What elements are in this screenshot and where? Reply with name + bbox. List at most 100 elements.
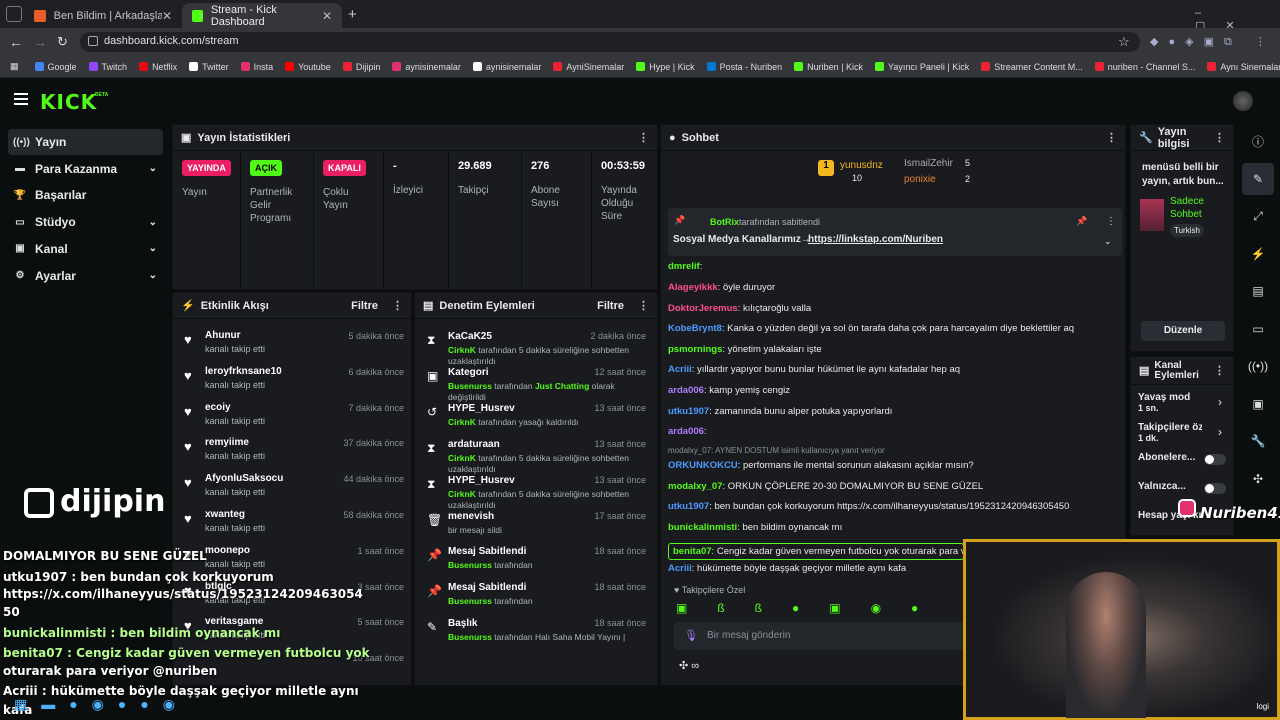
more-icon[interactable]: ⋮ — [392, 299, 403, 312]
chevron-down-icon[interactable]: ⌄ — [149, 270, 157, 281]
more-icon[interactable]: ⋮ — [1214, 131, 1225, 144]
chevron-right-icon[interactable]: › — [1218, 395, 1222, 409]
chat-username[interactable]: KobeBrynt8 — [668, 323, 722, 334]
taskbar-icons[interactable]: ▦▬●◉●●◉ — [14, 696, 189, 713]
more-icon[interactable]: ⋮ — [1214, 364, 1225, 377]
bookmark-item[interactable]: nuriben - Channel S... — [1094, 62, 1195, 72]
chat-username[interactable]: bunickalinmisti — [668, 522, 737, 533]
close-tab-icon[interactable]: ✕ — [322, 9, 332, 23]
chat-username[interactable]: dmrelif — [668, 261, 700, 272]
broadcast-icon[interactable]: ((•)) — [1242, 350, 1274, 382]
nav-item-2[interactable]: 🏆 Başarılar — [8, 182, 163, 208]
chat-input[interactable]: 🎙 Bir mesaj gönderin — [674, 622, 964, 650]
menu-icon[interactable] — [14, 93, 28, 105]
category-name[interactable]: Sadece Sohbet — [1170, 195, 1230, 221]
bookmark-item[interactable]: Google — [34, 62, 77, 72]
mic-icon[interactable]: 🎙 — [684, 629, 698, 642]
chat-username[interactable]: utku1907 — [668, 501, 709, 512]
nav-item-0[interactable]: ((•)) Yayın — [8, 129, 163, 155]
more-icon[interactable]: ⋮ — [1106, 216, 1116, 227]
mod-target[interactable]: Mesaj Sabitlendi — [448, 582, 526, 593]
chat-username[interactable]: arda006 — [668, 385, 704, 396]
bookmark-item[interactable]: Hype | Kick — [636, 62, 695, 72]
unpin-icon[interactable]: 📌 — [1076, 216, 1087, 227]
nav-item-1[interactable]: ▬ Para Kazanma ⌄ — [8, 156, 163, 182]
chat-username[interactable]: Alageyikkk — [668, 282, 718, 293]
chat-username[interactable]: psmornings — [668, 344, 722, 355]
bookmark-item[interactable]: Twitch — [88, 62, 127, 72]
bookmark-item[interactable]: aynisinemalar — [392, 62, 461, 72]
close-tab-icon[interactable]: ✕ — [162, 9, 172, 23]
layout-icon[interactable]: ▣ — [1242, 388, 1274, 420]
event-user[interactable]: AfyonluSaksocu — [205, 473, 283, 484]
bookmark-item[interactable]: AyniSinemalar — [553, 62, 624, 72]
mod-target[interactable]: HYPE_Husrev — [448, 475, 515, 486]
url-field[interactable]: dashboard.kick.com/stream — [80, 32, 1140, 52]
site-info-icon[interactable] — [88, 36, 98, 46]
chevron-down-icon[interactable]: ⌄ — [149, 243, 157, 254]
bookmark-item[interactable]: Streamer Content M... — [981, 62, 1083, 72]
event-user[interactable]: remyiime — [205, 437, 249, 448]
channel-action-item[interactable]: Yavaş mod 1 sn. › — [1138, 392, 1230, 413]
reload-icon[interactable]: ↻ — [57, 34, 68, 50]
chat-icon[interactable]: ▭ — [1242, 313, 1274, 345]
bookmark-item[interactable]: Posta - Nuriben — [706, 62, 782, 72]
wrench-icon[interactable]: 🔧 — [1242, 425, 1274, 457]
new-tab-button[interactable]: + — [348, 6, 357, 23]
browser-tab-benbildim[interactable]: Ben Bildim | Arkadaşlarınla Onli ✕ — [24, 3, 182, 28]
mod-target[interactable]: Kategori — [448, 367, 489, 378]
bookmark-item[interactable]: Twitter — [189, 62, 229, 72]
bookmark-item[interactable]: aynisinemalar — [472, 62, 541, 72]
mod-target[interactable]: Başlık — [448, 618, 477, 629]
nav-item-5[interactable]: ⚙ Ayarlar ⌄ — [8, 263, 163, 289]
pinned-link[interactable]: https://linkstap.com/Nuriben — [808, 234, 943, 245]
kick-logo[interactable]: KICK — [40, 90, 97, 114]
mod-target[interactable]: HYPE_Husrev — [448, 403, 515, 414]
forward-icon[interactable]: → — [33, 34, 47, 50]
chat-username[interactable]: Acriii — [668, 364, 692, 375]
event-user[interactable]: ecoiy — [205, 402, 231, 413]
toggle-switch[interactable] — [1204, 454, 1226, 465]
channel-action-item[interactable]: Yalnızca... — [1138, 481, 1230, 494]
pencil-icon[interactable]: ✎ — [1242, 162, 1274, 195]
event-user[interactable]: leroyfrknsane10 — [205, 366, 282, 377]
chevron-down-icon[interactable]: ⌄ — [149, 163, 157, 174]
chat-settings-icons[interactable]: ✣ ∞ — [679, 659, 699, 672]
emote-row[interactable]: ▣ßß●▣◉● — [676, 601, 948, 615]
clipboard-icon[interactable]: ▤ — [1242, 275, 1274, 307]
bookmark-item[interactable]: Dijipin — [342, 62, 380, 72]
mod-target[interactable]: Mesaj Sabitlendi — [448, 546, 526, 557]
avatar[interactable] — [1233, 91, 1253, 111]
event-user[interactable]: xwanteg — [205, 509, 245, 520]
more-icon[interactable]: ⋮ — [1106, 131, 1117, 144]
chevron-down-icon[interactable]: ⌄ — [149, 217, 157, 228]
nav-item-4[interactable]: ▣ Kanal ⌄ — [8, 236, 163, 262]
drag-handle-icon[interactable]: ✣ — [1242, 463, 1274, 495]
chat-username[interactable]: benita07 — [673, 546, 712, 557]
chat-username[interactable]: arda006 — [668, 426, 704, 437]
info-icon[interactable]: ⓘ — [1242, 125, 1274, 157]
expand-icon[interactable]: ⤢ — [1242, 200, 1274, 232]
channel-action-item[interactable]: Abonelere... — [1138, 452, 1230, 465]
edit-button[interactable]: Düzenle — [1141, 321, 1225, 341]
bookmark-star-icon[interactable]: ☆ — [1118, 34, 1130, 50]
extensions-area[interactable]: ◆●◈▣⧉ ⋮ — [1150, 35, 1276, 49]
tab-list-icon[interactable] — [6, 6, 22, 22]
bookmark-item[interactable]: Aynı Sinemalar - Ça... — [1207, 62, 1280, 72]
bookmark-item[interactable]: Nuriben | Kick — [794, 62, 863, 72]
more-icon[interactable]: ⋮ — [638, 131, 649, 144]
more-icon[interactable]: ⋮ — [638, 299, 649, 312]
mod-target[interactable]: ardaturaan — [448, 439, 500, 450]
mod-filter-button[interactable]: Filtre — [597, 300, 624, 312]
event-user[interactable]: Ahunur — [205, 330, 241, 341]
nav-item-3[interactable]: ▭ Stüdyo ⌄ — [8, 209, 163, 235]
mod-target[interactable]: menevish — [448, 511, 494, 522]
bookmark-item[interactable]: Netflix — [139, 62, 177, 72]
bookmark-item[interactable]: Yayıncı Paneli | Kick — [875, 62, 969, 72]
chat-username[interactable]: utku1907 — [668, 406, 709, 417]
chat-username[interactable]: Acriii — [668, 563, 692, 574]
toggle-switch[interactable] — [1204, 483, 1226, 494]
chevron-down-icon[interactable]: ⌄ — [1104, 236, 1112, 247]
bookmark-item[interactable]: Youtube — [285, 62, 331, 72]
chat-username[interactable]: modalxy_07 — [668, 481, 722, 492]
